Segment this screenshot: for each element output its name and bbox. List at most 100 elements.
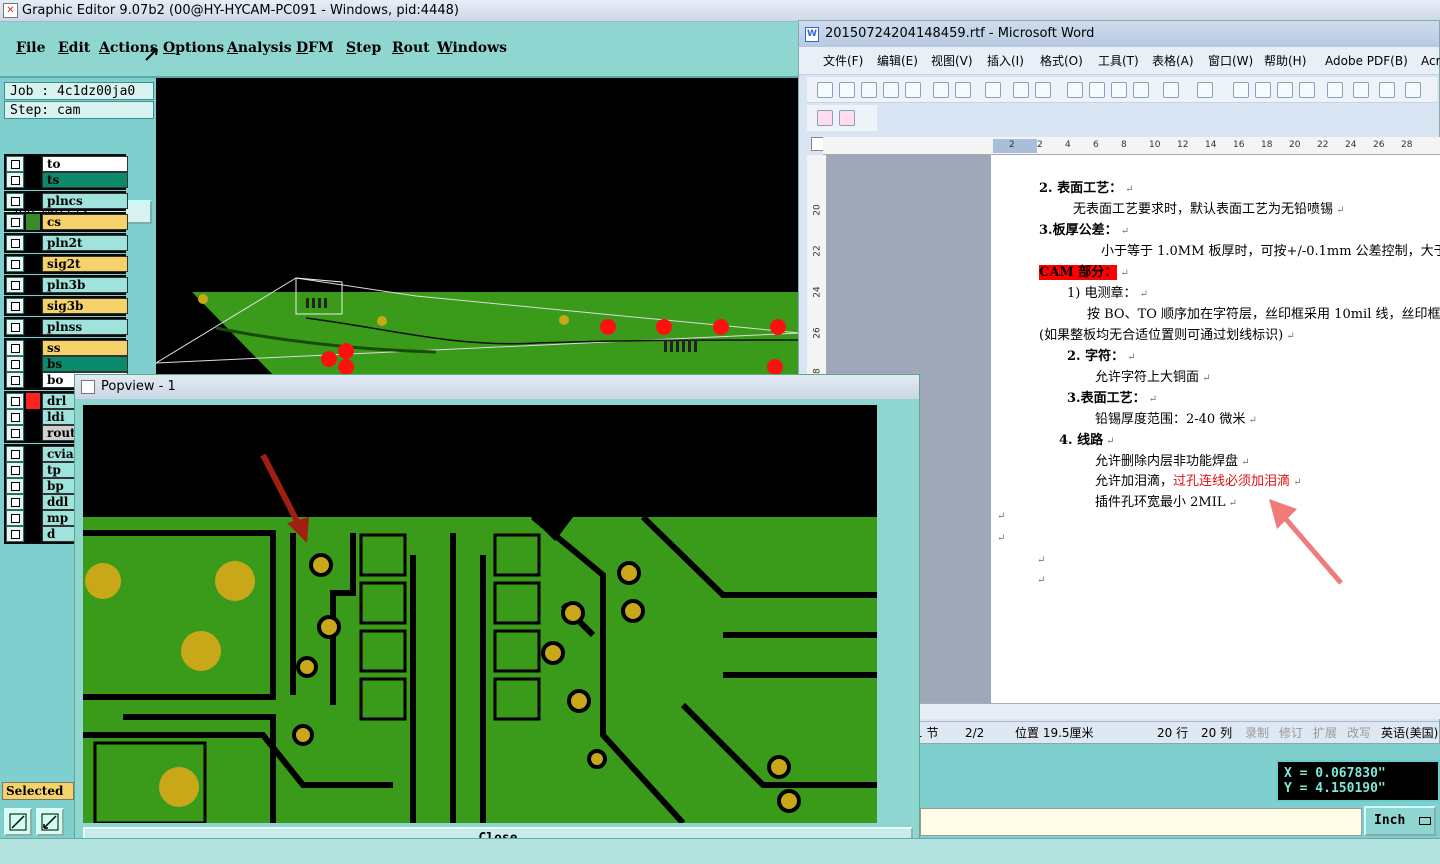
layer-checkbox[interactable] bbox=[6, 298, 24, 314]
word-menu-table[interactable]: 表格(A) bbox=[1152, 47, 1194, 75]
traditional-chinese-icon[interactable] bbox=[985, 82, 1001, 98]
layer-color-swatch[interactable] bbox=[26, 319, 40, 335]
document-page[interactable]: 2. 表面工艺： ↵ 无表面工艺要求时，默认表面工艺为无铅喷锡 ↵ 3.板厚公差： … bbox=[991, 155, 1440, 703]
layer-checkbox[interactable] bbox=[6, 235, 24, 251]
layer-name[interactable]: plncs bbox=[42, 193, 128, 209]
word-menu-help[interactable]: 帮助(H) bbox=[1264, 47, 1306, 75]
layer-color-swatch[interactable] bbox=[26, 172, 40, 188]
layer-color-swatch[interactable] bbox=[26, 409, 40, 425]
layer-checkbox[interactable] bbox=[6, 393, 24, 409]
layer-checkbox[interactable] bbox=[6, 462, 24, 478]
layer-color-swatch[interactable] bbox=[26, 478, 40, 494]
layer-color-swatch[interactable] bbox=[26, 256, 40, 272]
layer-color-swatch[interactable] bbox=[26, 510, 40, 526]
document-map-icon[interactable] bbox=[1379, 82, 1395, 98]
layer-checkbox[interactable] bbox=[6, 478, 24, 494]
layer-checkbox[interactable] bbox=[6, 372, 24, 388]
layer-color-swatch[interactable] bbox=[26, 425, 40, 441]
word-menu-acrobat[interactable]: Acr bbox=[1421, 47, 1440, 75]
menu-step[interactable]: Step bbox=[346, 40, 381, 56]
status-overtype[interactable]: 改写 bbox=[1347, 722, 1371, 744]
word-menu-edit[interactable]: 编辑(E) bbox=[877, 47, 918, 75]
horizontal-ruler[interactable]: 2 2 4 6 8 10 12 14 16 18 20 22 24 26 28 bbox=[823, 137, 1440, 155]
layer-checkbox[interactable] bbox=[6, 446, 24, 462]
layer-row-cs[interactable]: cs bbox=[6, 214, 128, 230]
convert-pdf-icon[interactable] bbox=[817, 110, 833, 126]
layer-checkbox[interactable] bbox=[6, 256, 24, 272]
layer-checkbox[interactable] bbox=[6, 526, 24, 542]
layer-name[interactable]: pln3b bbox=[42, 277, 128, 293]
word-menu-view[interactable]: 视图(V) bbox=[931, 47, 973, 75]
menu-rout[interactable]: Rout bbox=[392, 40, 430, 56]
layer-row-to[interactable]: to bbox=[6, 156, 128, 172]
menu-dfm[interactable]: DFM bbox=[296, 40, 334, 56]
permission-icon[interactable] bbox=[883, 82, 899, 98]
format-painter-icon[interactable] bbox=[1133, 82, 1149, 98]
new-doc-icon[interactable] bbox=[817, 82, 833, 98]
layer-row-ss[interactable]: ss bbox=[6, 340, 128, 356]
popview-canvas[interactable] bbox=[83, 405, 877, 823]
status-track[interactable]: 修订 bbox=[1279, 722, 1303, 744]
layer-name[interactable]: sig2t bbox=[42, 256, 128, 272]
layer-row-plnss[interactable]: plnss bbox=[6, 319, 128, 335]
word-menu-file[interactable]: 文件(F) bbox=[823, 47, 863, 75]
spelling-icon[interactable] bbox=[1013, 82, 1029, 98]
layer-color-swatch[interactable] bbox=[26, 214, 40, 230]
layer-checkbox[interactable] bbox=[6, 494, 24, 510]
layer-checkbox[interactable] bbox=[6, 319, 24, 335]
layer-color-swatch[interactable] bbox=[26, 393, 40, 409]
word-menu-insert[interactable]: 插入(I) bbox=[987, 47, 1024, 75]
layer-checkbox[interactable] bbox=[6, 340, 24, 356]
layer-row-ts[interactable]: ts bbox=[6, 172, 128, 188]
redo-icon[interactable] bbox=[1197, 82, 1213, 98]
layer-name[interactable]: ts bbox=[42, 172, 128, 188]
layer-color-swatch[interactable] bbox=[26, 494, 40, 510]
layer-name[interactable]: to bbox=[42, 156, 128, 172]
cut-icon[interactable] bbox=[1067, 82, 1083, 98]
layer-checkbox[interactable] bbox=[6, 156, 24, 172]
message-field[interactable] bbox=[920, 808, 1362, 836]
layer-color-swatch[interactable] bbox=[26, 356, 40, 372]
open-icon[interactable] bbox=[839, 82, 855, 98]
layer-row-sig3b[interactable]: sig3b bbox=[6, 298, 128, 314]
layer-name[interactable]: ss bbox=[42, 340, 128, 356]
layer-checkbox[interactable] bbox=[6, 356, 24, 372]
menu-file[interactable]: File bbox=[16, 40, 46, 56]
save-icon[interactable] bbox=[861, 82, 877, 98]
word-menu-format[interactable]: 格式(O) bbox=[1040, 47, 1083, 75]
hyperlink-icon[interactable] bbox=[1233, 82, 1249, 98]
undo-icon[interactable] bbox=[1163, 82, 1179, 98]
layer-color-swatch[interactable] bbox=[26, 156, 40, 172]
menu-windows[interactable]: Windows bbox=[437, 40, 507, 56]
copy-icon[interactable] bbox=[1089, 82, 1105, 98]
layer-name[interactable]: plnss bbox=[42, 319, 128, 335]
layer-row-plncs[interactable]: plncs bbox=[6, 193, 128, 209]
word-menu-window[interactable]: 窗口(W) bbox=[1208, 47, 1253, 75]
show-hide-icon[interactable] bbox=[1405, 82, 1421, 98]
insert-table-icon[interactable] bbox=[1277, 82, 1293, 98]
columns-icon[interactable] bbox=[1327, 82, 1343, 98]
layer-row-pln2t[interactable]: pln2t bbox=[6, 235, 128, 251]
insert-excel-icon[interactable] bbox=[1299, 82, 1315, 98]
layer-checkbox[interactable] bbox=[6, 193, 24, 209]
paste-icon[interactable] bbox=[1111, 82, 1127, 98]
layer-color-swatch[interactable] bbox=[26, 193, 40, 209]
pcb-main-canvas[interactable] bbox=[156, 78, 800, 378]
layer-row-bs[interactable]: bs bbox=[6, 356, 128, 372]
layer-checkbox[interactable] bbox=[6, 409, 24, 425]
layer-row-sig2t[interactable]: sig2t bbox=[6, 256, 128, 272]
measure-tool-button[interactable] bbox=[36, 808, 64, 836]
layer-color-swatch[interactable] bbox=[26, 340, 40, 356]
layer-row-pln3b[interactable]: pln3b bbox=[6, 277, 128, 293]
print-preview-icon[interactable] bbox=[955, 82, 971, 98]
pdf-email-icon[interactable] bbox=[839, 110, 855, 126]
zoom-tool-button[interactable] bbox=[4, 808, 32, 836]
layer-name[interactable]: bs bbox=[42, 356, 128, 372]
layer-color-swatch[interactable] bbox=[26, 298, 40, 314]
layer-color-swatch[interactable] bbox=[26, 462, 40, 478]
layer-color-swatch[interactable] bbox=[26, 277, 40, 293]
layer-color-swatch[interactable] bbox=[26, 446, 40, 462]
tables-borders-icon[interactable] bbox=[1255, 82, 1271, 98]
layer-name[interactable]: sig3b bbox=[42, 298, 128, 314]
word-menu-adobe-pdf[interactable]: Adobe PDF(B) bbox=[1325, 47, 1408, 75]
